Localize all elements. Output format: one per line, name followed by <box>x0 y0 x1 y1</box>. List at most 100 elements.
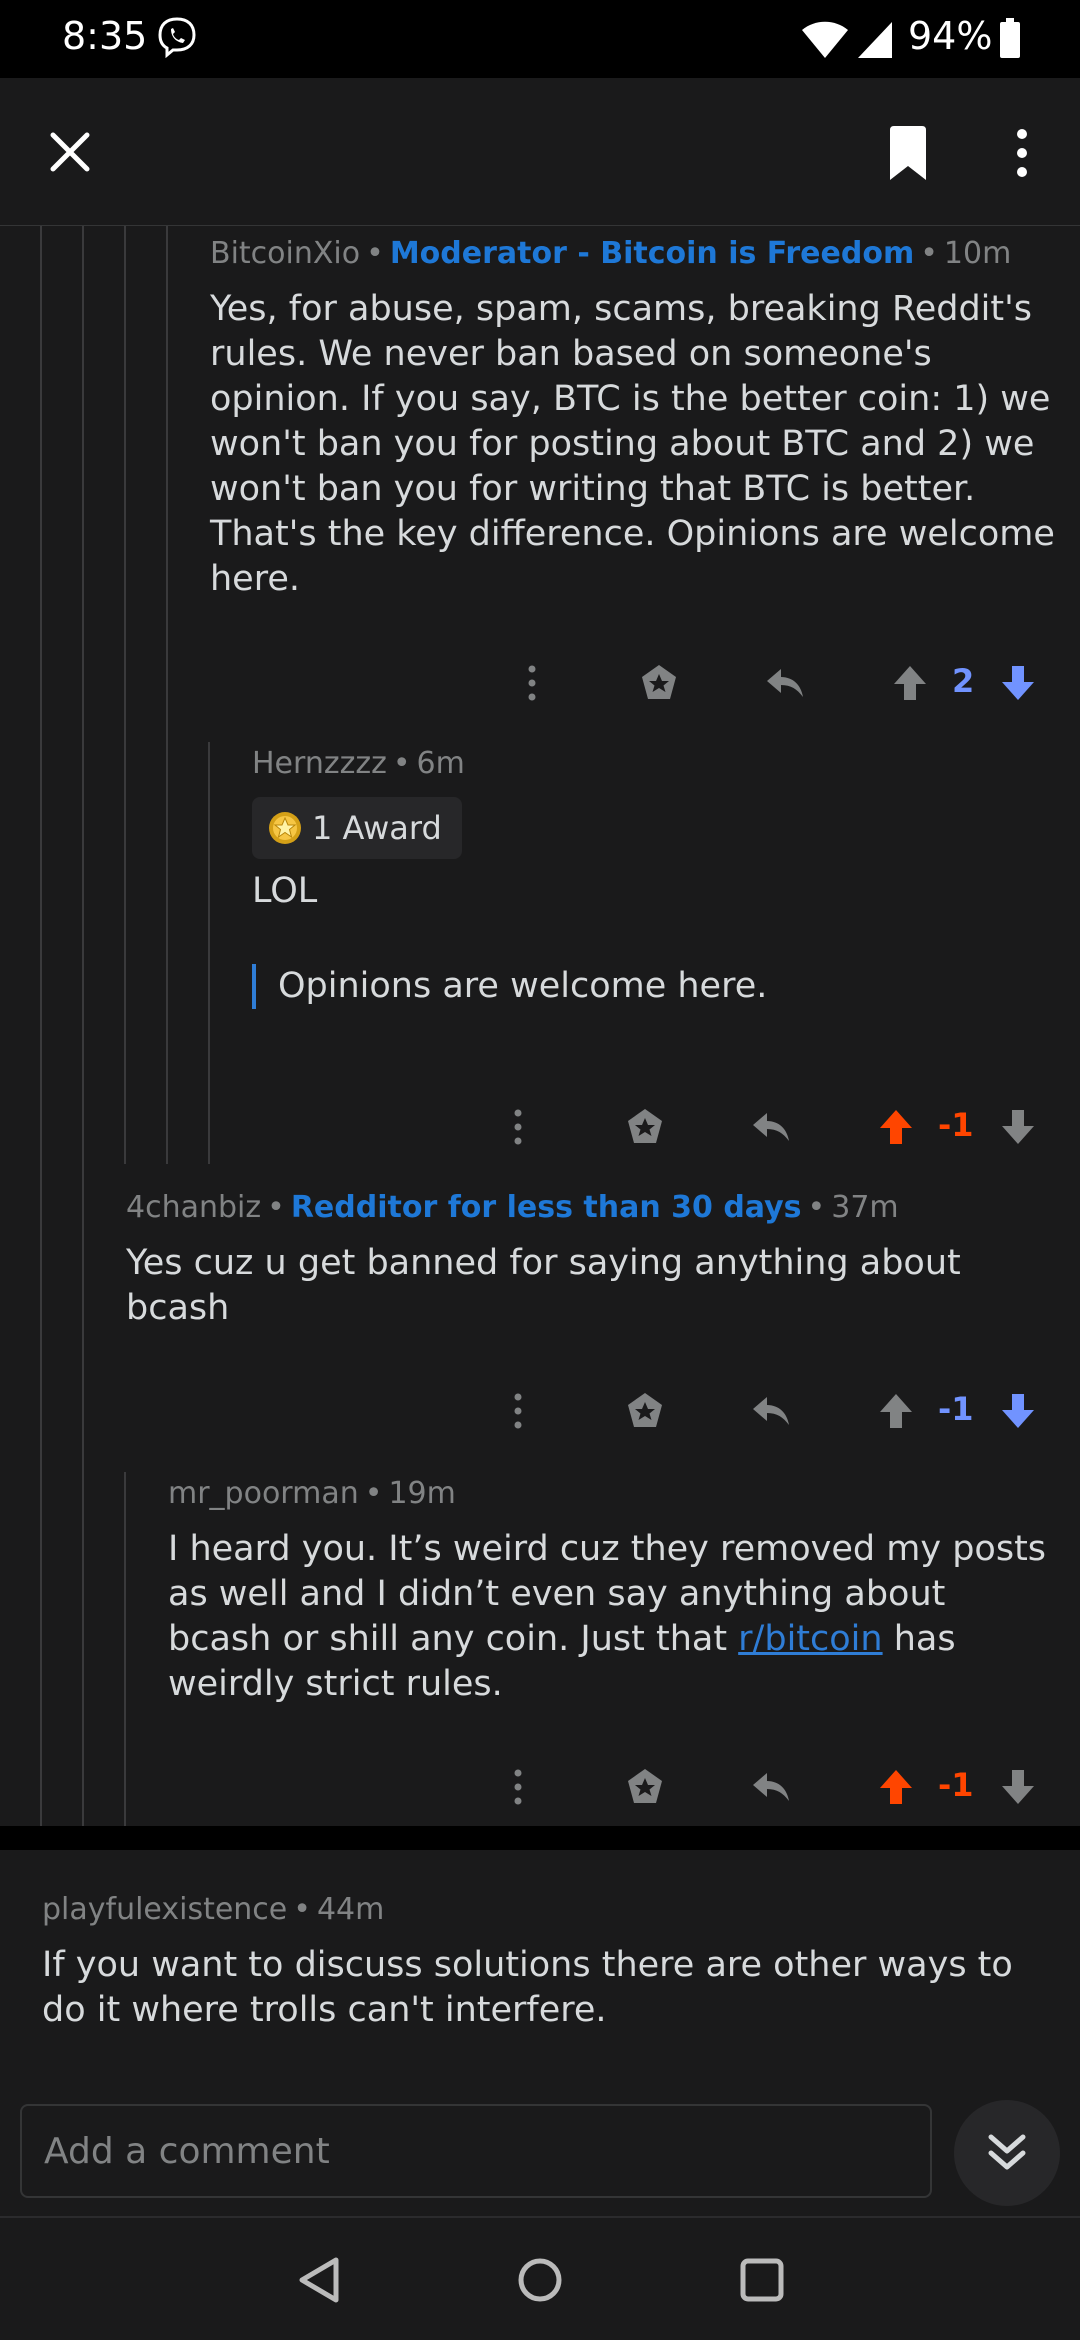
vote-score: -1 <box>938 1390 974 1428</box>
thread-line[interactable] <box>208 742 210 1164</box>
reply-button[interactable] <box>748 1386 794 1436</box>
thread-divider <box>0 1826 1080 1848</box>
add-comment-input[interactable] <box>20 2104 932 2198</box>
vote-score: -1 <box>938 1766 974 1804</box>
comment-meta: playfulexistence • 44m <box>42 1892 385 1927</box>
comment-bitcoinxio: BitcoinXio • Moderator - Bitcoin is Freedo… <box>210 236 1060 602</box>
battery-icon <box>1000 18 1020 58</box>
downvote-button[interactable] <box>996 1762 1040 1812</box>
comment-age: 6m <box>416 746 465 781</box>
upvote-button[interactable] <box>874 1102 918 1152</box>
upvote-icon <box>880 1770 912 1804</box>
more-vert-icon <box>514 1393 522 1429</box>
comment-actions: 2 <box>0 658 1080 708</box>
award-button[interactable] <box>622 1102 668 1152</box>
more-options-button[interactable] <box>506 1762 530 1812</box>
comment-body: Yes, for abuse, spam, scams, breaking Re… <box>210 289 1055 599</box>
comment-author[interactable]: BitcoinXio <box>210 236 360 271</box>
comment-meta: 4chanbiz • Redditor for less than 30 days •… <box>126 1190 899 1225</box>
downvote-icon <box>1002 1394 1034 1428</box>
recents-icon[interactable] <box>738 2256 786 2304</box>
downvote-button[interactable] <box>996 1102 1040 1152</box>
comment-age: 19m <box>388 1476 456 1511</box>
comment-body: If you want to discuss solutions there a… <box>42 1945 1013 2030</box>
comment-actions: -1 <box>0 1102 1080 1152</box>
comment-hernzzzz: Hernzzzz • 6m 1 Award LOL Opinions are wel… <box>252 746 1052 1009</box>
bookmark-icon[interactable] <box>886 126 930 180</box>
vote-score: -1 <box>938 1106 974 1144</box>
more-vert-icon[interactable] <box>1010 128 1034 178</box>
comment-actions: -1 <box>0 1762 1080 1812</box>
viber-icon <box>158 17 196 58</box>
user-flair: Redditor for less than 30 days <box>290 1190 802 1225</box>
back-icon[interactable] <box>296 2256 344 2304</box>
upvote-icon <box>894 666 926 700</box>
comment-meta: Hernzzzz • 6m <box>252 746 465 781</box>
award-icon <box>628 1393 662 1427</box>
award-button[interactable] <box>622 1762 668 1812</box>
award-button[interactable] <box>636 658 682 708</box>
thread-line[interactable] <box>82 226 84 1826</box>
downvote-button[interactable] <box>996 658 1040 708</box>
reply-button[interactable] <box>748 1762 794 1812</box>
comment-author[interactable]: 4chanbiz <box>126 1190 261 1225</box>
double-chevron-down-icon <box>988 2134 1026 2170</box>
award-icon <box>269 812 301 844</box>
comment-meta: mr_poorman • 19m <box>168 1476 456 1511</box>
more-options-button[interactable] <box>520 658 544 708</box>
close-icon[interactable] <box>48 130 92 174</box>
top-app-bar <box>0 78 1080 226</box>
reply-icon <box>753 1397 789 1425</box>
comment-author[interactable]: playfulexistence <box>42 1892 287 1927</box>
quote-block: Opinions are welcome here. <box>252 964 1052 1009</box>
reply-icon <box>753 1113 789 1141</box>
upvote-button[interactable] <box>888 658 932 708</box>
wifi-icon <box>802 21 848 58</box>
upvote-button[interactable] <box>874 1762 918 1812</box>
comment-author[interactable]: Hernzzzz <box>252 746 387 781</box>
vote-score: 2 <box>952 662 975 700</box>
award-badge[interactable]: 1 Award <box>252 797 462 859</box>
subreddit-link[interactable]: r/bitcoin <box>738 1619 882 1659</box>
comment-mr-poorman: mr_poorman • 19m I heard you. It’s weird c… <box>168 1476 1058 1707</box>
downvote-button[interactable] <box>996 1386 1040 1436</box>
downvote-icon <box>1002 1770 1034 1804</box>
award-icon <box>628 1109 662 1143</box>
status-time: 8:35 <box>62 14 148 58</box>
comment-meta: BitcoinXio • Moderator - Bitcoin is Freedo… <box>210 236 1012 271</box>
comment-actions: -1 <box>0 1386 1080 1436</box>
downvote-icon <box>1002 1110 1034 1144</box>
award-count: 1 Award <box>312 809 442 847</box>
reply-button[interactable] <box>748 1102 794 1152</box>
battery-percent: 94% <box>908 14 993 58</box>
signal-icon <box>858 22 892 58</box>
comment-body: LOL <box>252 871 318 911</box>
award-icon <box>642 665 676 699</box>
more-vert-icon <box>514 1109 522 1145</box>
reply-icon <box>753 1773 789 1801</box>
more-vert-icon <box>528 665 536 701</box>
status-bar: 8:35 94% <box>0 0 1080 78</box>
upvote-icon <box>880 1394 912 1428</box>
more-options-button[interactable] <box>506 1386 530 1436</box>
downvote-icon <box>1002 666 1034 700</box>
more-vert-icon <box>514 1769 522 1805</box>
reply-icon <box>767 669 803 697</box>
home-icon[interactable] <box>516 2256 564 2304</box>
reply-button[interactable] <box>762 658 808 708</box>
more-options-button[interactable] <box>506 1102 530 1152</box>
comment-age: 37m <box>831 1190 899 1225</box>
comment-body: I heard you. It’s weird cuz they removed… <box>168 1527 1058 1707</box>
thread-line[interactable] <box>40 226 42 1826</box>
next-comment-button[interactable] <box>954 2100 1060 2206</box>
user-flair: Moderator - Bitcoin is Freedom <box>389 236 915 271</box>
upvote-icon <box>880 1110 912 1144</box>
upvote-button[interactable] <box>874 1386 918 1436</box>
comment-author[interactable]: mr_poorman <box>168 1476 359 1511</box>
system-nav-bar <box>0 2216 1080 2340</box>
award-icon <box>628 1769 662 1803</box>
award-button[interactable] <box>622 1386 668 1436</box>
comment-4chanbiz: 4chanbiz • Redditor for less than 30 days •… <box>126 1190 1056 1331</box>
comment-thread: BitcoinXio • Moderator - Bitcoin is Freedo… <box>0 226 1080 1826</box>
comment-age: 10m <box>943 236 1012 271</box>
